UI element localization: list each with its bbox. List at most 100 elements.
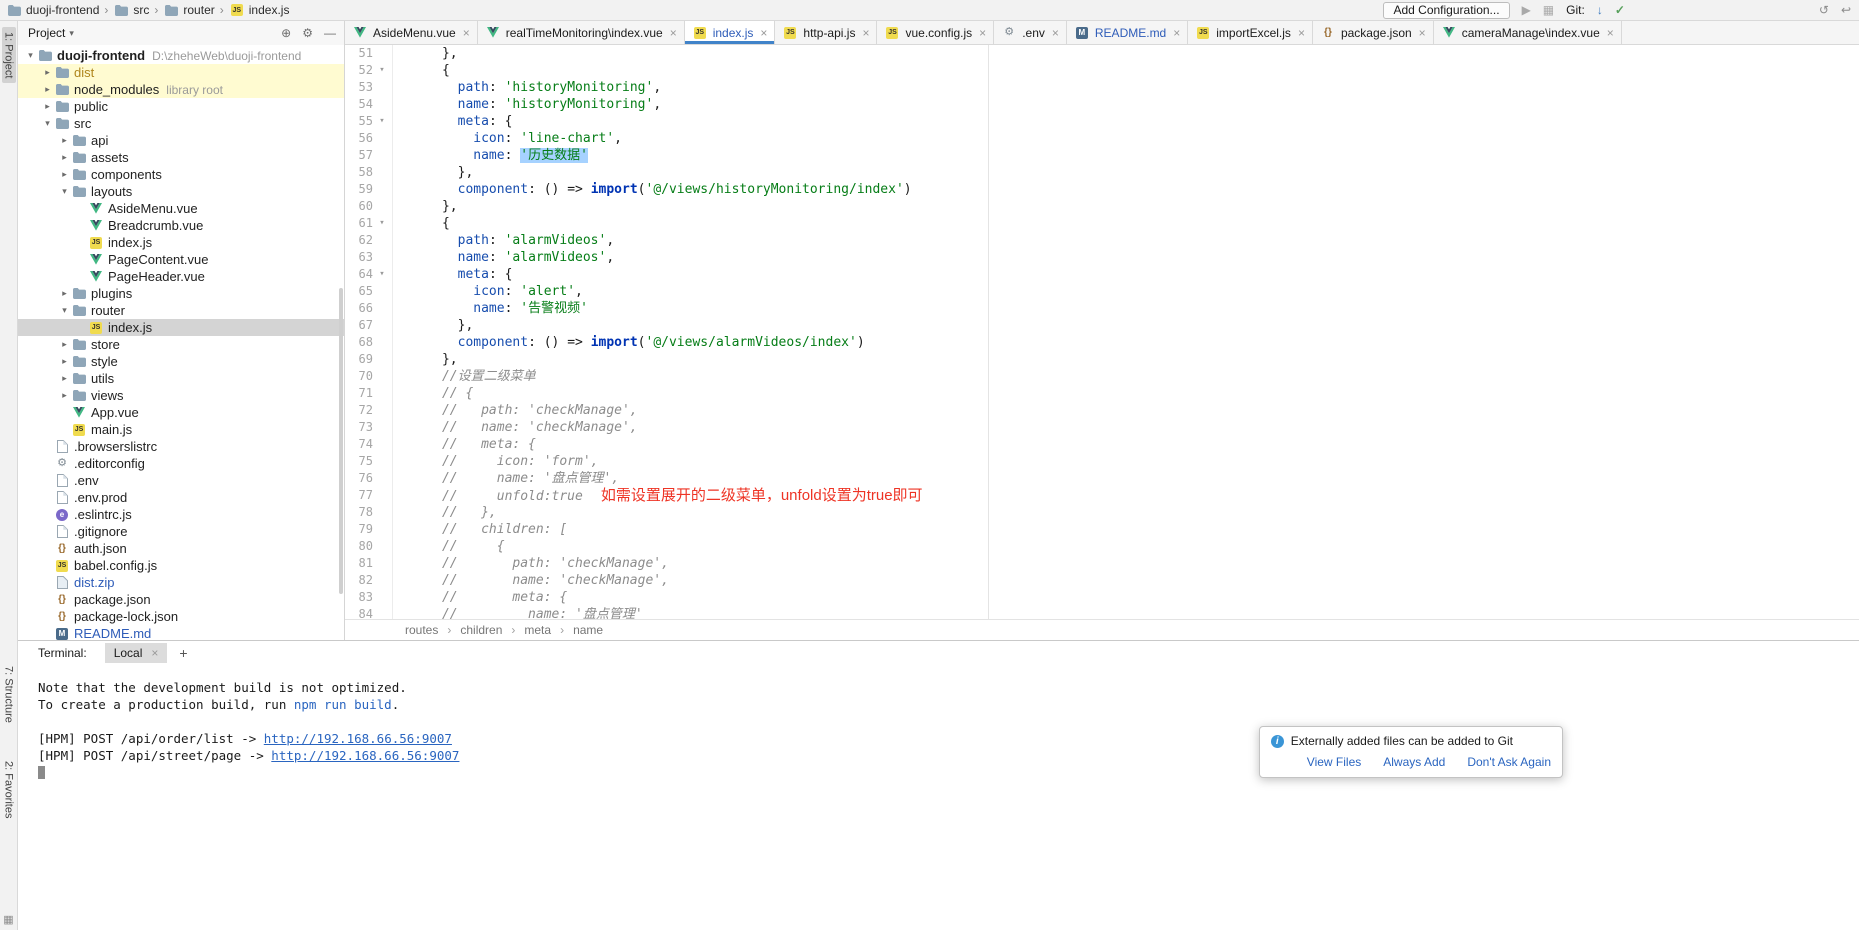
tree-item[interactable]: {}auth.json xyxy=(18,540,344,557)
fold-marker-icon[interactable]: ▾ xyxy=(373,266,391,283)
tree-item[interactable]: ▸dist xyxy=(18,64,344,81)
rollback-icon[interactable]: ↩ xyxy=(1841,4,1851,16)
tree-item[interactable]: JSmain.js xyxy=(18,421,344,438)
editor-tab[interactable]: ⚙.env× xyxy=(994,21,1067,44)
code-editor[interactable]: 51 },52▾ {53 path: 'historyMonitoring',5… xyxy=(345,45,1859,619)
breadcrumb-item[interactable]: meta xyxy=(524,623,551,637)
editor-tab[interactable]: JShttp-api.js× xyxy=(775,21,877,44)
tree-item[interactable]: PageHeader.vue xyxy=(18,268,344,285)
tree-item[interactable]: MREADME.md xyxy=(18,625,344,640)
chevron-down-icon[interactable]: ▾ xyxy=(24,50,37,61)
tree-item[interactable]: ▸store xyxy=(18,336,344,353)
notification-action[interactable]: Don't Ask Again xyxy=(1467,755,1551,769)
tree-item[interactable]: .gitignore xyxy=(18,523,344,540)
tree-item[interactable]: App.vue xyxy=(18,404,344,421)
chevron-down-icon[interactable]: ▾ xyxy=(69,28,74,39)
close-icon[interactable]: × xyxy=(670,26,677,40)
tree-item[interactable]: {}package-lock.json xyxy=(18,608,344,625)
chevron-right-icon[interactable]: ▸ xyxy=(58,390,71,401)
history-icon[interactable]: ↺ xyxy=(1819,4,1829,16)
tree-item[interactable]: ⚙.editorconfig xyxy=(18,455,344,472)
hide-panel-icon[interactable]: — xyxy=(324,26,336,40)
close-icon[interactable]: × xyxy=(760,26,767,40)
notification-action[interactable]: Always Add xyxy=(1383,755,1445,769)
tree-item[interactable]: AsideMenu.vue xyxy=(18,200,344,217)
close-icon[interactable]: × xyxy=(1173,26,1180,40)
fold-marker-icon[interactable]: ▾ xyxy=(373,215,391,232)
terminal-link[interactable]: http://192.168.66.56:9007 xyxy=(264,731,452,746)
tree-item[interactable]: ▾src xyxy=(18,115,344,132)
tree-item[interactable]: JSindex.js xyxy=(18,319,344,336)
tree-item[interactable]: ▸node_moduleslibrary root xyxy=(18,81,344,98)
tree-item[interactable]: ▸assets xyxy=(18,149,344,166)
run-icon[interactable]: ▶ xyxy=(1522,4,1531,16)
tree-item[interactable]: ▸components xyxy=(18,166,344,183)
editor-tab[interactable]: MREADME.md× xyxy=(1067,21,1188,44)
breadcrumb-item[interactable]: src xyxy=(113,3,149,17)
settings-icon[interactable]: ⚙ xyxy=(302,26,313,40)
breadcrumb-item[interactable]: duoji-frontend xyxy=(6,3,99,17)
tree-item[interactable]: JSindex.js xyxy=(18,234,344,251)
chevron-right-icon[interactable]: ▸ xyxy=(41,101,54,112)
fold-marker-icon[interactable]: ▾ xyxy=(373,113,391,130)
tree-item[interactable]: .env.prod xyxy=(18,489,344,506)
chevron-right-icon[interactable]: ▸ xyxy=(58,339,71,350)
chevron-right-icon[interactable]: ▸ xyxy=(58,288,71,299)
close-icon[interactable]: × xyxy=(1419,26,1426,40)
tree-item[interactable]: .env xyxy=(18,472,344,489)
breadcrumb-item[interactable]: name xyxy=(573,623,603,637)
git-commit-icon[interactable]: ✓ xyxy=(1615,4,1625,16)
tree-item[interactable]: dist.zip xyxy=(18,574,344,591)
close-icon[interactable]: × xyxy=(151,646,158,660)
build-icon[interactable]: ▦ xyxy=(1543,4,1554,16)
breadcrumb-item[interactable]: routes xyxy=(405,623,438,637)
chevron-right-icon[interactable]: ▸ xyxy=(41,84,54,95)
editor-tab[interactable]: AsideMenu.vue× xyxy=(345,21,478,44)
chevron-right-icon[interactable]: ▸ xyxy=(58,169,71,180)
stripe-favorites-tab[interactable]: 2: Favorites xyxy=(2,756,16,823)
terminal-console[interactable]: Note that the development build is not o… xyxy=(18,664,1859,930)
chevron-right-icon[interactable]: ▸ xyxy=(58,135,71,146)
terminal-tab-local[interactable]: Local × xyxy=(105,643,168,663)
editor-tab[interactable]: {}package.json× xyxy=(1313,21,1434,44)
fold-marker-icon[interactable]: ▾ xyxy=(373,62,391,79)
breadcrumb-item[interactable]: children xyxy=(460,623,502,637)
new-terminal-icon[interactable]: + xyxy=(179,645,187,661)
tree-item[interactable]: ▸public xyxy=(18,98,344,115)
add-configuration-button[interactable]: Add Configuration... xyxy=(1383,2,1509,19)
close-icon[interactable]: × xyxy=(463,26,470,40)
tree-item[interactable]: ▾duoji-frontendD:\zheheWeb\duoji-fronten… xyxy=(18,47,344,64)
tree-item[interactable]: ▸api xyxy=(18,132,344,149)
tree-item[interactable]: JSbabel.config.js xyxy=(18,557,344,574)
chevron-right-icon[interactable]: ▸ xyxy=(58,152,71,163)
tree-item[interactable]: {}package.json xyxy=(18,591,344,608)
editor-tab[interactable]: cameraManage\index.vue× xyxy=(1434,21,1622,44)
stripe-structure-tab[interactable]: 7: Structure xyxy=(2,661,16,728)
tree-item[interactable]: ▸utils xyxy=(18,370,344,387)
close-icon[interactable]: × xyxy=(862,26,869,40)
close-icon[interactable]: × xyxy=(1298,26,1305,40)
editor-tab[interactable]: realTimeMonitoring\index.vue× xyxy=(478,21,685,44)
notification-action[interactable]: View Files xyxy=(1307,755,1361,769)
tree-item[interactable]: .browserslistrc xyxy=(18,438,344,455)
tree-item[interactable]: ▾router xyxy=(18,302,344,319)
scrollbar-thumb[interactable] xyxy=(339,288,343,594)
tree-item[interactable]: Breadcrumb.vue xyxy=(18,217,344,234)
close-icon[interactable]: × xyxy=(979,26,986,40)
git-update-icon[interactable]: ↓ xyxy=(1597,4,1603,16)
close-icon[interactable]: × xyxy=(1052,26,1059,40)
editor-tab[interactable]: JSimportExcel.js× xyxy=(1188,21,1313,44)
chevron-right-icon[interactable]: ▸ xyxy=(58,356,71,367)
tool-windows-toggle-icon[interactable]: ▦ xyxy=(3,913,13,926)
breadcrumb-item[interactable]: router xyxy=(163,3,214,17)
stripe-project-tab[interactable]: 1: Project xyxy=(2,27,16,83)
chevron-right-icon[interactable]: ▸ xyxy=(58,373,71,384)
locate-file-icon[interactable]: ⊕ xyxy=(281,26,291,40)
chevron-down-icon[interactable]: ▾ xyxy=(41,118,54,129)
breadcrumb-item[interactable]: JSindex.js xyxy=(229,3,290,17)
tree-item[interactable]: ▸views xyxy=(18,387,344,404)
tree-item[interactable]: ▾layouts xyxy=(18,183,344,200)
chevron-right-icon[interactable]: ▸ xyxy=(41,67,54,78)
editor-tab[interactable]: JSvue.config.js× xyxy=(877,21,994,44)
tree-item[interactable]: PageContent.vue xyxy=(18,251,344,268)
